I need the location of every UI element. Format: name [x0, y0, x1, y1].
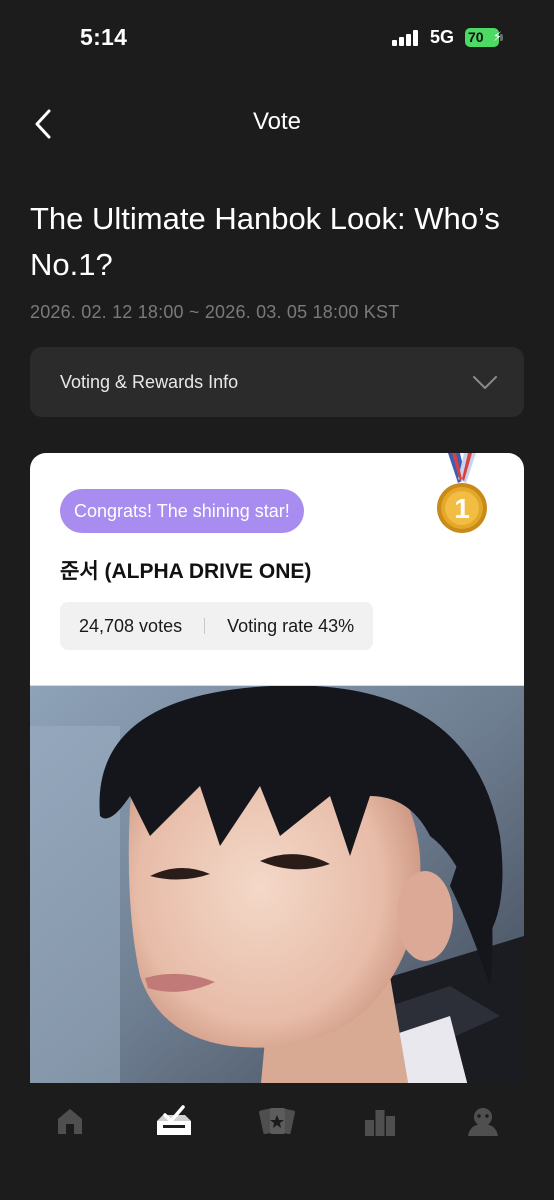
tab-cards[interactable]	[252, 1099, 302, 1143]
voting-rewards-info-toggle[interactable]: Voting & Rewards Info	[30, 347, 524, 417]
winner-card[interactable]: 1 Congrats! The shining star! 준서 (ALPHA …	[30, 453, 524, 1093]
ranking-icon	[365, 1110, 395, 1136]
cards-icon	[259, 1107, 295, 1135]
status-badge: Congrats! The shining star!	[60, 489, 304, 533]
tab-profile[interactable]	[458, 1099, 508, 1143]
medal-number: 1	[454, 493, 470, 524]
battery-icon: 70 ⚡	[465, 28, 503, 47]
tab-bar	[0, 1083, 554, 1200]
vote-stats: 24,708 votes Voting rate 43%	[60, 602, 374, 650]
vote-box-icon	[157, 1105, 191, 1135]
signal-icon	[392, 30, 422, 46]
tab-vote[interactable]	[149, 1099, 199, 1143]
profile-icon	[468, 1108, 498, 1136]
tab-ranking[interactable]	[355, 1099, 405, 1143]
chevron-down-icon	[473, 376, 497, 389]
stats-divider	[204, 618, 206, 634]
gold-medal-icon: 1	[437, 453, 487, 533]
artist-photo	[30, 685, 524, 1093]
home-icon	[58, 1109, 82, 1134]
artist-photo-image	[30, 686, 524, 1093]
status-time: 5:14	[80, 24, 128, 50]
vote-screen: 5:14 5G 70 ⚡ Vote The Ultimate Hanbok Lo…	[0, 0, 554, 1200]
vote-title: The Ultimate Hanbok Look: Who’s No.1?	[30, 201, 500, 282]
vote-period: 2026. 02. 12 18:00 ~ 2026. 03. 05 18:00 …	[30, 302, 400, 322]
voting-rewards-info-label: Voting & Rewards Info	[60, 371, 239, 392]
artist-name: 준서 (ALPHA DRIVE ONE)	[60, 560, 312, 583]
network-label: 5G	[430, 27, 455, 47]
tab-home[interactable]	[45, 1099, 95, 1143]
vote-count: 24,708 votes	[79, 615, 183, 636]
page-title: Vote	[252, 108, 302, 135]
status-bar: 5:14 5G 70 ⚡	[0, 0, 554, 80]
voting-rate: Voting rate 43%	[227, 615, 355, 636]
